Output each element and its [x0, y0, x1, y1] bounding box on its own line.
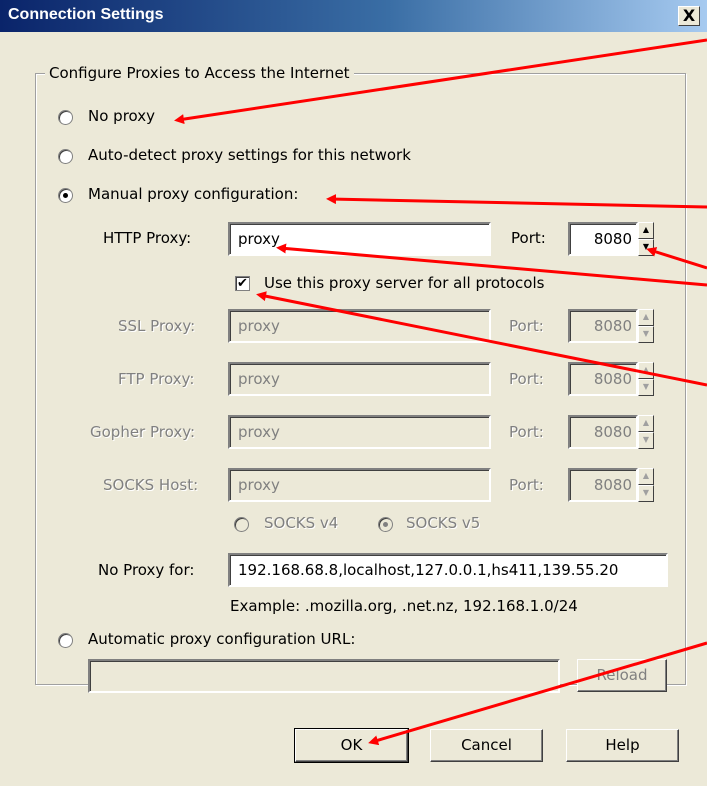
use-all-protocols-checkbox[interactable]: ✔ [235, 276, 250, 291]
groupbox-legend: Configure Proxies to Access the Internet [45, 64, 354, 82]
socks-host-input[interactable]: proxy [228, 468, 491, 502]
window-title: Connection Settings [8, 6, 164, 23]
http-port-input[interactable]: 8080 [568, 222, 638, 256]
ftp-port-spinner[interactable]: ▲ ▼ [638, 362, 654, 396]
ftp-proxy-label: FTP Proxy: [118, 370, 195, 388]
ftp-proxy-input[interactable]: proxy [228, 362, 491, 396]
manual-proxy-radio[interactable] [58, 188, 73, 203]
ok-button[interactable]: OK [294, 728, 409, 763]
use-all-protocols-label[interactable]: Use this proxy server for all protocols [264, 274, 544, 292]
spin-up-icon[interactable]: ▲ [638, 309, 654, 326]
http-port-label: Port: [511, 229, 546, 247]
auto-url-input[interactable] [88, 659, 560, 693]
auto-detect-radio[interactable] [58, 149, 73, 164]
http-port-spinner[interactable]: ▲ ▼ [638, 222, 654, 256]
ftp-port-input[interactable]: 8080 [568, 362, 638, 396]
ftp-port-label: Port: [509, 370, 544, 388]
manual-proxy-label[interactable]: Manual proxy configuration: [88, 185, 298, 203]
gopher-port-input[interactable]: 8080 [568, 415, 638, 449]
spin-up-icon[interactable]: ▲ [638, 222, 654, 239]
help-button[interactable]: Help [566, 729, 679, 762]
auto-url-label[interactable]: Automatic proxy configuration URL: [88, 630, 355, 648]
gopher-proxy-input[interactable]: proxy [228, 415, 491, 449]
no-proxy-radio[interactable] [58, 110, 73, 125]
socks-port-spinner[interactable]: ▲ ▼ [638, 468, 654, 502]
socks-host-label: SOCKS Host: [103, 476, 199, 494]
ssl-proxy-input[interactable]: proxy [228, 309, 491, 343]
reload-button[interactable]: Reload [577, 659, 667, 692]
spin-up-icon[interactable]: ▲ [638, 415, 654, 432]
cancel-button[interactable]: Cancel [430, 729, 543, 762]
auto-url-radio[interactable] [58, 633, 73, 648]
gopher-port-label: Port: [509, 423, 544, 441]
spin-up-icon[interactable]: ▲ [638, 362, 654, 379]
ssl-port-input[interactable]: 8080 [568, 309, 638, 343]
spin-down-icon[interactable]: ▼ [638, 326, 654, 343]
gopher-proxy-label: Gopher Proxy: [90, 423, 196, 441]
no-proxy-label[interactable]: No proxy [88, 107, 155, 125]
spin-down-icon[interactable]: ▼ [638, 379, 654, 396]
title-bar[interactable]: Connection Settings X [0, 0, 707, 32]
spin-up-icon[interactable]: ▲ [638, 468, 654, 485]
socks-port-label: Port: [509, 476, 544, 494]
spin-down-icon[interactable]: ▼ [638, 485, 654, 502]
socks-port-input[interactable]: 8080 [568, 468, 638, 502]
ssl-port-spinner[interactable]: ▲ ▼ [638, 309, 654, 343]
socks-v5-label[interactable]: SOCKS v5 [406, 514, 480, 532]
ssl-proxy-label: SSL Proxy: [118, 317, 196, 335]
socks-v4-radio[interactable] [234, 517, 249, 532]
gopher-port-spinner[interactable]: ▲ ▼ [638, 415, 654, 449]
socks-v5-radio[interactable] [378, 517, 393, 532]
spin-down-icon[interactable]: ▼ [638, 239, 654, 256]
no-proxy-for-input[interactable]: 192.168.68.8,localhost,127.0.0.1,hs411,1… [228, 553, 668, 587]
http-proxy-input[interactable]: proxy [228, 222, 491, 256]
ssl-port-label: Port: [509, 317, 544, 335]
no-proxy-example: Example: .mozilla.org, .net.nz, 192.168.… [230, 597, 578, 615]
auto-detect-label[interactable]: Auto-detect proxy settings for this netw… [88, 146, 411, 164]
spin-down-icon[interactable]: ▼ [638, 432, 654, 449]
close-button[interactable]: X [678, 6, 700, 26]
no-proxy-for-label: No Proxy for: [98, 561, 195, 579]
connection-settings-dialog: Connection Settings X Configure Proxies … [0, 0, 707, 786]
socks-v4-label[interactable]: SOCKS v4 [264, 514, 338, 532]
http-proxy-label: HTTP Proxy: [103, 229, 192, 247]
